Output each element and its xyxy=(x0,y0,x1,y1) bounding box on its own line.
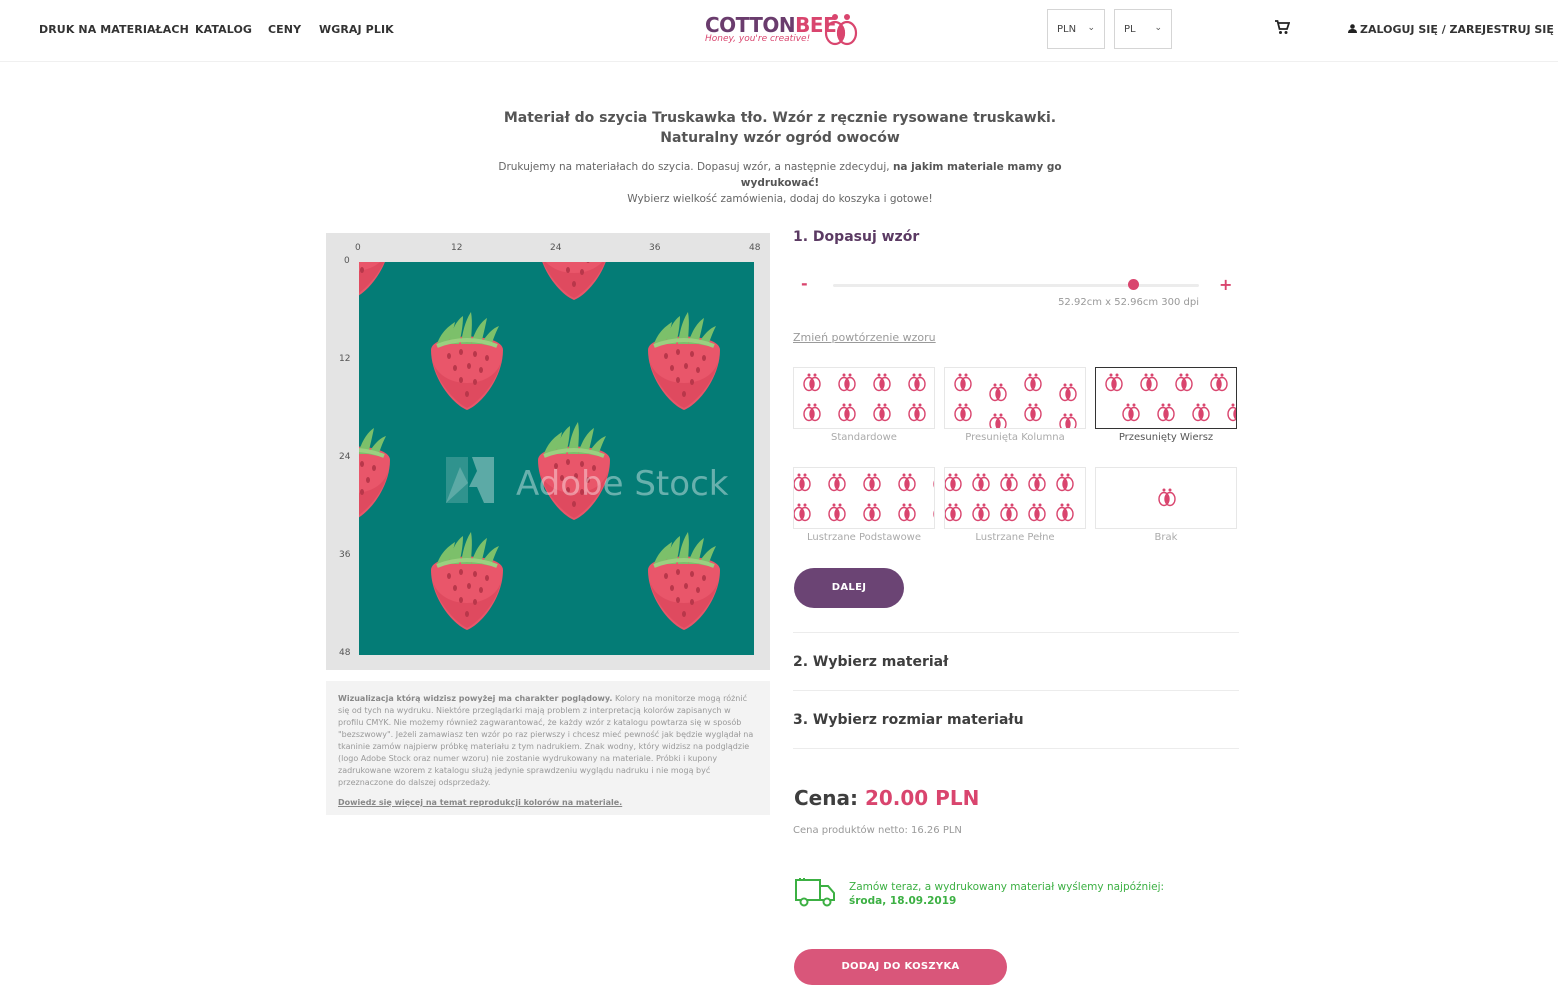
adobe-stock-watermark: Adobe Stock xyxy=(446,457,729,504)
bee-icon xyxy=(824,14,858,46)
page-subtitle: Drukujemy na materiałach do szycia. Dopa… xyxy=(498,161,1062,205)
ruler-tick: 48 xyxy=(339,648,351,658)
ruler-tick: 24 xyxy=(550,243,562,253)
price-value: 20.00 PLN xyxy=(864,786,980,810)
step1-title[interactable]: 1. Dopasuj wzór xyxy=(793,229,919,245)
repeat-preview xyxy=(954,373,1077,428)
ruler-tick: 0 xyxy=(344,256,350,266)
repeat-mirror-full-tile[interactable] xyxy=(944,467,1086,529)
nav-item-ceny[interactable]: CENY xyxy=(268,23,301,36)
ruler-tick: 36 xyxy=(649,243,661,253)
currency-value: PLN xyxy=(1057,24,1077,35)
repeat-label: Standardowe xyxy=(831,432,897,443)
visualization-disclaimer: Wizualizacja którą widzisz powyżej ma ch… xyxy=(326,681,770,815)
nav-item-wgraj-plik[interactable]: WGRAJ PLIK xyxy=(319,23,394,36)
language-select[interactable]: PL ⌄ xyxy=(1114,9,1172,49)
nav-item-katalog[interactable]: KATALOG xyxy=(195,23,252,36)
step3-title[interactable]: 3. Wybierz rozmiar materiału xyxy=(793,712,1024,728)
repeat-preview xyxy=(1158,488,1176,507)
repeat-label: Lustrzane Pełne xyxy=(975,532,1055,543)
scale-slider-thumb[interactable] xyxy=(1128,279,1140,290)
repeat-label: Lustrzane Podstawowe xyxy=(806,532,922,543)
cart-icon[interactable] xyxy=(1274,20,1290,35)
repeat-mirror-basic-tile[interactable] xyxy=(793,467,935,529)
truck-icon xyxy=(795,878,835,907)
language-value: PL xyxy=(1124,24,1136,35)
price: Cena: 20.00 PLN xyxy=(794,786,980,810)
repeat-label: Presunięta Kolumna xyxy=(965,432,1065,443)
nav-item-druk[interactable]: DRUK NA MATERIAŁACH xyxy=(39,23,189,36)
color-reproduction-link[interactable]: Dowiedz się więcej na temat reprodukcji … xyxy=(338,797,758,809)
ruler-tick: 24 xyxy=(339,452,351,462)
shipping-date: środa, 18.09.2019 xyxy=(849,895,957,907)
divider xyxy=(793,690,1239,691)
repeat-preview xyxy=(945,473,1074,522)
ruler-tick: 48 xyxy=(749,243,761,253)
repeat-standard-tile[interactable] xyxy=(793,367,935,429)
svg-text:Adobe Stock: Adobe Stock xyxy=(516,464,729,504)
zoom-out-button[interactable]: - xyxy=(801,274,808,293)
site-header: DRUK NA MATERIAŁACH KATALOG CENY WGRAJ P… xyxy=(0,0,1558,62)
scale-slider[interactable] xyxy=(833,284,1199,287)
user-icon xyxy=(1348,24,1357,33)
chevron-down-icon: ⌄ xyxy=(1087,23,1095,33)
account-link[interactable]: ZALOGUJ SIĘ / ZAREJESTRUJ SIĘ xyxy=(1348,23,1554,36)
repeat-none-tile[interactable] xyxy=(1095,467,1237,529)
ruler-tick: 0 xyxy=(355,243,361,253)
logo-tagline: Honey, you're creative! xyxy=(705,34,811,44)
repeat-column-shift-tile[interactable] xyxy=(944,367,1086,429)
next-button[interactable]: DALEJ xyxy=(794,568,904,608)
ruler-tick: 36 xyxy=(339,550,351,560)
repeat-row-shift-tile[interactable] xyxy=(1095,367,1237,429)
ruler-tick: 12 xyxy=(451,243,463,253)
currency-select[interactable]: PLN ⌄ xyxy=(1047,9,1105,49)
add-to-cart-button[interactable]: DODAJ DO KOSZYKA xyxy=(794,949,1007,985)
repeat-preview xyxy=(794,473,934,522)
page-title: Materiał do szycia Truskawka tło. Wzór z… xyxy=(503,110,1057,146)
repeat-preview xyxy=(1105,373,1236,422)
chevron-down-icon: ⌄ xyxy=(1154,23,1162,33)
shipping-info: Zamów teraz, a wydrukowany materiał wyśl… xyxy=(849,881,1165,907)
repeat-label: Brak xyxy=(1154,532,1178,543)
repeat-preview xyxy=(803,373,926,422)
pattern-dimensions: 52.92cm x 52.96cm 300 dpi xyxy=(1058,297,1199,308)
divider xyxy=(793,632,1239,633)
logo[interactable]: COTTONBEE Honey, you're creative! xyxy=(705,11,865,51)
account-label: ZALOGUJ SIĘ / ZAREJESTRUJ SIĘ xyxy=(1360,23,1554,36)
repeat-label: Przesunięty Wiersz xyxy=(1118,432,1214,443)
ruler-tick: 12 xyxy=(339,354,351,364)
change-repeat-link[interactable]: Zmień powtórzenie wzoru xyxy=(793,331,936,344)
divider xyxy=(793,748,1239,749)
step2-title[interactable]: 2. Wybierz materiał xyxy=(793,654,948,670)
zoom-in-button[interactable]: + xyxy=(1219,275,1232,294)
net-price: Cena produktów netto: 16.26 PLN xyxy=(793,825,962,836)
